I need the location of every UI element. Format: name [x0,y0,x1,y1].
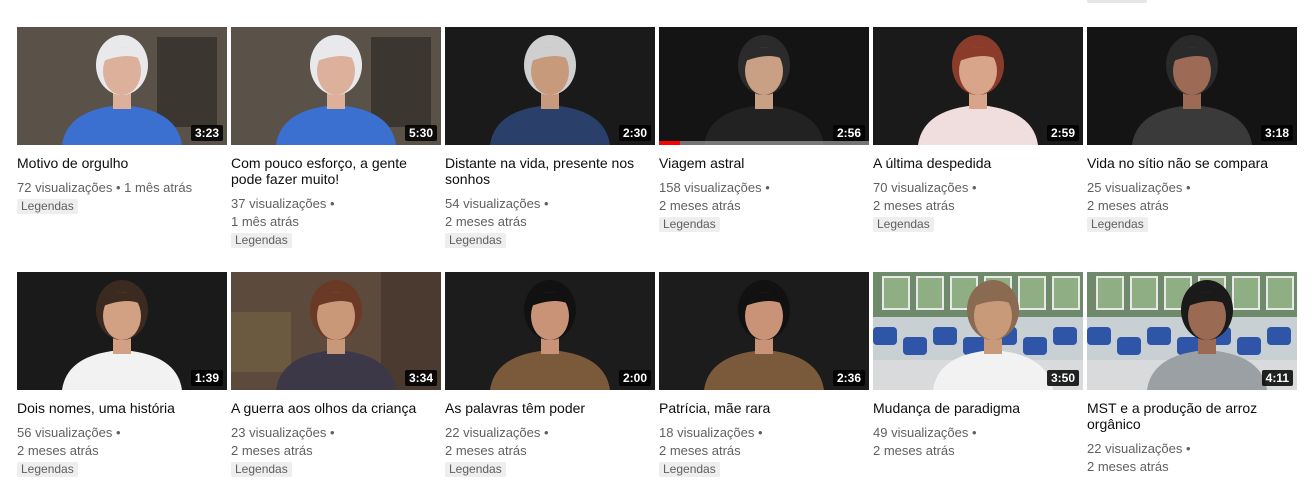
video-card[interactable]: 1:39 Dois nomes, uma história 56 visualiza… [17,272,227,501]
watch-progress-fill [659,141,680,145]
video-duration: 2:59 [1046,125,1079,141]
upload-age: 2 meses atrás [873,198,955,213]
video-duration: 1:39 [190,370,223,386]
video-card[interactable]: 2:56 Viagem astral 158 visualizações • 2 m… [659,27,869,272]
view-count: 22 visualizações • [445,425,549,440]
video-metadata: 49 visualizações • 2 meses atrás [873,424,1083,460]
view-count: 158 visualizações • [659,180,770,195]
video-title[interactable]: A última despedida [873,155,1083,171]
video-card[interactable]: 3:34 A guerra aos olhos da criança 23 visu… [231,272,441,501]
truncated-badge [1087,0,1147,3]
video-metadata: 18 visualizações • 2 meses atrás Legendas [659,424,869,478]
video-thumbnail[interactable]: 5:30 [231,27,441,145]
video-duration: 4:11 [1261,370,1293,386]
video-title[interactable]: Distante na vida, presente nos sonhos [445,155,655,187]
captions-badge: Legendas [1087,217,1148,232]
video-card[interactable]: 4:11 MST e a produção de arroz orgânico 22… [1087,272,1297,501]
captions-badge: Legendas [17,199,78,214]
view-count: 56 visualizações • [17,425,121,440]
video-thumbnail[interactable]: 1:39 [17,272,227,390]
video-thumbnail[interactable]: 3:23 [17,27,227,145]
video-card[interactable]: 3:18 Vida no sítio não se compara 25 visua… [1087,27,1297,272]
video-grid: 3:23 Motivo de orgulho 72 visualizações • … [17,27,1297,501]
video-duration: 3:34 [404,370,437,386]
view-count: 70 visualizações • [873,180,977,195]
captions-badge: Legendas [445,233,506,248]
video-grid-page: 3:23 Motivo de orgulho 72 visualizações • … [0,0,1316,501]
video-metadata: 37 visualizações • 1 mês atrás Legendas [231,195,441,249]
view-count: 37 visualizações • [231,196,335,211]
video-metadata: 22 visualizações • 2 meses atrás [1087,440,1297,476]
video-metadata: 72 visualizações • 1 mês atrás Legendas [17,179,227,215]
upload-age: 2 meses atrás [659,443,741,458]
upload-age: 2 meses atrás [873,443,955,458]
video-card[interactable]: 2:30 Distante na vida, presente nos sonho… [445,27,655,272]
view-count: 23 visualizações • [231,425,335,440]
video-thumbnail[interactable]: 3:34 [231,272,441,390]
video-title[interactable]: Mudança de paradigma [873,400,1083,416]
upload-age: 2 meses atrás [1087,198,1169,213]
upload-age: 2 meses atrás [231,443,313,458]
video-thumbnail[interactable]: 2:56 [659,27,869,145]
view-count: 72 visualizações • [17,180,125,195]
captions-badge: Legendas [873,217,934,232]
captions-badge: Legendas [17,462,78,477]
video-duration: 2:36 [832,370,865,386]
upload-age: 2 meses atrás [445,443,527,458]
video-card[interactable]: 5:30 Com pouco esforço, a gente pode faze… [231,27,441,272]
video-thumbnail[interactable]: 2:30 [445,27,655,145]
video-title[interactable]: Patrícia, mãe rara [659,400,869,416]
captions-badge: Legendas [231,233,292,248]
upload-age: 2 meses atrás [445,214,527,229]
video-card[interactable]: 2:59 A última despedida 70 visualizações •… [873,27,1083,272]
captions-badge: Legendas [445,462,506,477]
video-title[interactable]: Com pouco esforço, a gente pode fazer mu… [231,155,441,187]
video-duration: 2:56 [832,125,865,141]
video-metadata: 70 visualizações • 2 meses atrás Legendas [873,179,1083,233]
video-metadata: 158 visualizações • 2 meses atrás Legenda… [659,179,869,233]
video-card[interactable]: 2:36 Patrícia, mãe rara 18 visualizações •… [659,272,869,501]
video-thumbnail[interactable]: 2:36 [659,272,869,390]
captions-badge: Legendas [659,462,720,477]
upload-age: 2 meses atrás [17,443,99,458]
upload-age: 1 mês atrás [124,180,193,195]
video-duration: 5:30 [404,125,437,141]
video-title[interactable]: Viagem astral [659,155,869,171]
video-duration: 3:23 [190,125,223,141]
video-duration: 2:00 [618,370,651,386]
video-metadata: 23 visualizações • 2 meses atrás Legendas [231,424,441,478]
video-card[interactable]: 3:50 Mudança de paradigma 49 visualizações… [873,272,1083,501]
view-count: 22 visualizações • [1087,441,1191,456]
video-title[interactable]: Dois nomes, uma história [17,400,227,416]
video-metadata: 22 visualizações • 2 meses atrás Legendas [445,424,655,478]
video-title[interactable]: Vida no sítio não se compara [1087,155,1297,171]
watch-progress-bar [659,141,869,145]
video-title[interactable]: A guerra aos olhos da criança [231,400,441,416]
view-count: 49 visualizações • [873,425,977,440]
view-count: 54 visualizações • [445,196,549,211]
upload-age: 1 mês atrás [231,214,299,229]
video-duration: 3:50 [1046,370,1079,386]
video-metadata: 56 visualizações • 2 meses atrás Legendas [17,424,227,478]
captions-badge: Legendas [231,462,292,477]
upload-age: 2 meses atrás [659,198,741,213]
video-duration: 3:18 [1260,125,1293,141]
video-thumbnail[interactable]: 3:50 [873,272,1083,390]
view-count: 25 visualizações • [1087,180,1191,195]
video-card[interactable]: 2:00 As palavras têm poder 22 visualizaçõe… [445,272,655,501]
video-thumbnail[interactable]: 4:11 [1087,272,1297,390]
video-duration: 2:30 [618,125,651,141]
video-title[interactable]: As palavras têm poder [445,400,655,416]
video-title[interactable]: Motivo de orgulho [17,155,227,171]
video-metadata: 54 visualizações • 2 meses atrás Legendas [445,195,655,249]
captions-badge: Legendas [659,217,720,232]
video-thumbnail[interactable]: 2:59 [873,27,1083,145]
upload-age: 2 meses atrás [1087,459,1169,474]
video-thumbnail[interactable]: 2:00 [445,272,655,390]
video-thumbnail[interactable]: 3:18 [1087,27,1297,145]
view-count: 18 visualizações • [659,425,763,440]
video-metadata: 25 visualizações • 2 meses atrás Legendas [1087,179,1297,233]
video-title[interactable]: MST e a produção de arroz orgânico [1087,400,1297,432]
video-card[interactable]: 3:23 Motivo de orgulho 72 visualizações • … [17,27,227,272]
